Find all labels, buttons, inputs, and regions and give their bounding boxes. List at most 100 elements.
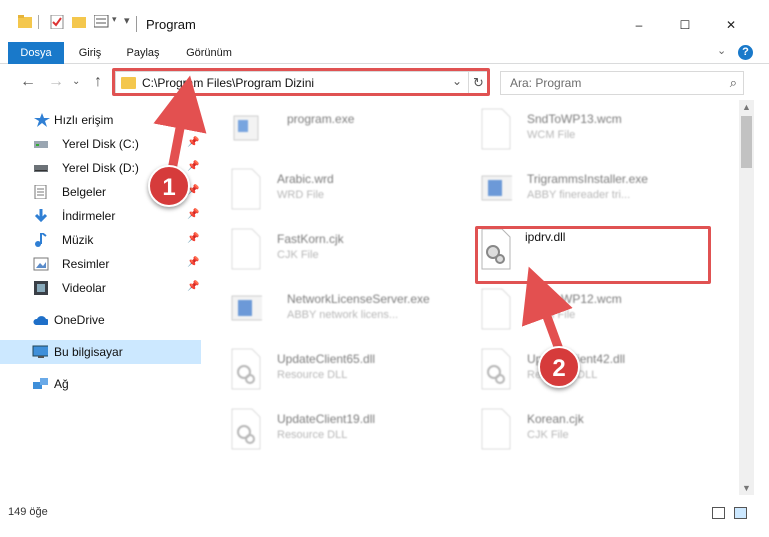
vertical-scrollbar[interactable]: ▲ ▼: [739, 100, 754, 495]
file-type: WCM File: [527, 129, 576, 141]
dll-icon: [231, 408, 261, 450]
file-item[interactable]: UpdateClient65.dll Resource DLL: [205, 342, 455, 398]
new-folder-icon[interactable]: [72, 15, 86, 29]
expand-ribbon-icon[interactable]: ⌄: [717, 44, 726, 57]
generic-file-icon: [231, 228, 261, 270]
exe-icon: [233, 115, 259, 141]
properties-icon[interactable]: [50, 15, 64, 29]
exe-icon: [481, 175, 512, 201]
tab-view[interactable]: Görünüm: [176, 42, 242, 64]
generic-file-icon: [481, 408, 511, 450]
dll-icon: [481, 348, 511, 390]
file-item[interactable]: Arabic.wrd WRD File: [205, 162, 455, 218]
documents-icon: [34, 185, 47, 199]
file-list: program.exe Arabic.wrd WRD File FastKorn…: [205, 100, 740, 495]
search-placeholder: Ara: Program: [510, 76, 582, 90]
back-icon[interactable]: ←: [20, 73, 36, 91]
close-button[interactable]: ✕: [708, 10, 754, 40]
sidebar-item-videos[interactable]: Videolar 📌: [0, 276, 201, 300]
sidebar-item-downloads[interactable]: İndirmeler 📌: [0, 204, 201, 228]
pin-icon[interactable]: 📌: [187, 209, 199, 220]
close-icon: ✕: [725, 18, 737, 32]
sidebar-item-music[interactable]: Müzik 📌: [0, 228, 201, 252]
file-item[interactable]: SndToWP13.wcm WCM File: [455, 102, 705, 158]
sidebar-label: Videolar: [62, 281, 106, 295]
sidebar-item-this-pc[interactable]: Bu bilgisayar: [0, 340, 201, 364]
pin-icon[interactable]: 📌: [187, 233, 199, 244]
pin-icon[interactable]: 📌: [187, 137, 199, 148]
drive-icon: [34, 141, 48, 148]
file-name: program.exe: [287, 112, 355, 126]
sidebar-label: Bu bilgisayar: [54, 345, 123, 359]
file-name: NetworkLicenseServer.exe: [287, 292, 430, 306]
sidebar-label: OneDrive: [54, 313, 105, 327]
cloud-icon: [33, 316, 48, 325]
view-options-icon[interactable]: [94, 15, 110, 29]
file-item[interactable]: TrigrammsInstaller.exe ABBY finereader t…: [455, 162, 705, 218]
sidebar-item-quick-access[interactable]: Hızlı erişim: [0, 108, 201, 132]
file-item[interactable]: program.exe: [205, 102, 455, 158]
maximize-icon: ☐: [679, 18, 691, 32]
sidebar-label: Müzik: [62, 233, 94, 247]
file-name: Arabic.wrd: [277, 172, 334, 186]
file-item[interactable]: SndToWP12.wcm WCM File: [455, 282, 705, 338]
search-input[interactable]: Ara: Program ⌕: [500, 71, 744, 95]
sidebar-item-pictures[interactable]: Resimler 📌: [0, 252, 201, 276]
file-type: CJK File: [527, 429, 569, 441]
sidebar-label: Hızlı erişim: [54, 113, 114, 127]
file-item[interactable]: UpdateClient42.dll Resource DLL: [455, 342, 705, 398]
video-icon: [34, 281, 48, 295]
forward-icon[interactable]: →: [48, 73, 64, 91]
large-icons-view-icon[interactable]: [734, 507, 747, 519]
toolbar-divider: [38, 15, 39, 29]
scroll-up-icon[interactable]: ▲: [739, 100, 754, 114]
customize-dropdown-icon[interactable]: ▾: [112, 14, 117, 25]
file-item[interactable]: FastKorn.cjk CJK File: [205, 222, 455, 278]
sidebar-item-network[interactable]: Ağ: [0, 372, 201, 396]
file-name: UpdateClient65.dll: [277, 352, 376, 366]
file-type: ABBY network licens...: [287, 309, 399, 321]
file-name: Korean.cjk: [527, 412, 584, 426]
callout-marker-2: 2: [538, 346, 580, 388]
file-item[interactable]: Korean.cjk CJK File: [455, 402, 705, 458]
recent-locations-icon[interactable]: ⌄: [72, 76, 80, 87]
star-icon: [34, 113, 50, 127]
folder-icon: [18, 15, 32, 28]
music-icon: [35, 233, 47, 247]
file-item[interactable]: UpdateClient19.dll Resource DLL: [205, 402, 455, 458]
file-name: TrigrammsInstaller.exe: [527, 172, 648, 186]
pin-icon[interactable]: 📌: [187, 257, 199, 268]
sidebar-item-onedrive[interactable]: OneDrive: [0, 308, 201, 332]
tab-share[interactable]: Paylaş: [118, 42, 168, 64]
file-type: Resource DLL: [277, 369, 348, 381]
navigation-pane: Hızlı erişim Yerel Disk (C:) 📌 Yerel Dis…: [0, 100, 205, 495]
details-view-icon[interactable]: [712, 507, 725, 519]
callout-marker-1: 1: [148, 165, 190, 207]
up-icon[interactable]: ↑: [94, 73, 102, 91]
drive-icon: [34, 165, 48, 172]
item-count: 149 öğe: [8, 506, 48, 518]
sidebar-item-disk-c[interactable]: Yerel Disk (C:) 📌: [0, 132, 201, 156]
sidebar-label: Yerel Disk (D:): [62, 161, 139, 175]
search-icon[interactable]: ⌕: [730, 75, 737, 91]
maximize-button[interactable]: ☐: [662, 10, 708, 40]
network-icon: [33, 378, 48, 389]
tab-file[interactable]: Dosya: [8, 42, 64, 64]
file-item[interactable]: NetworkLicenseServer.exe ABBY network li…: [205, 282, 455, 338]
pin-icon[interactable]: 📌: [187, 281, 199, 292]
title-divider: [136, 16, 137, 32]
computer-icon: [32, 345, 48, 358]
generic-file-icon: [231, 168, 261, 210]
minimize-button[interactable]: –: [616, 10, 662, 40]
quick-access-dropdown-icon[interactable]: ▾: [124, 14, 130, 27]
sidebar-label: Ağ: [54, 377, 69, 391]
file-name: SndToWP13.wcm: [527, 112, 622, 126]
sidebar-label: İndirmeler: [62, 209, 116, 223]
tab-home[interactable]: Giriş: [68, 42, 112, 64]
help-button[interactable]: ?: [738, 45, 753, 60]
ribbon-tabs: Dosya Giriş Paylaş Görünüm ⌄ ?: [0, 42, 769, 64]
scroll-thumb[interactable]: [741, 116, 752, 168]
file-type: ABBY finereader tri...: [527, 189, 631, 201]
pin-icon[interactable]: 📌: [187, 161, 199, 172]
scroll-down-icon[interactable]: ▼: [739, 481, 754, 495]
